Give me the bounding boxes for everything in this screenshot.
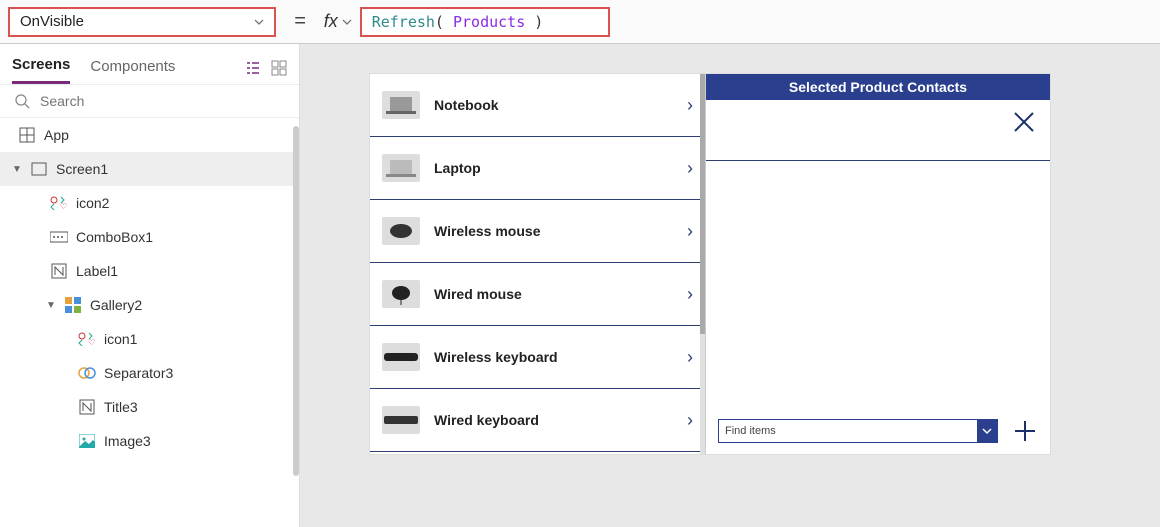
tree-label: App: [44, 127, 69, 143]
tab-components[interactable]: Components: [90, 54, 175, 83]
divider: [706, 160, 1050, 161]
product-image: [382, 217, 420, 245]
tree-item-app[interactable]: App: [0, 118, 299, 152]
gallery-item[interactable]: Notebook ›: [370, 74, 705, 137]
chevron-right-icon[interactable]: ›: [687, 284, 693, 305]
image-icon: [78, 432, 96, 450]
svg-text:♡: ♡: [88, 338, 95, 346]
tree-label: Screen1: [56, 161, 108, 177]
product-image: [382, 154, 420, 182]
fx-area: fx Refresh ( Products ): [324, 7, 610, 37]
gallery-item[interactable]: Wired keyboard ›: [370, 389, 705, 452]
chevron-right-icon[interactable]: ›: [687, 95, 693, 116]
icon-group-icon: ♡: [50, 194, 68, 212]
canvas: Notebook › Laptop › Wireless mouse › Wir…: [300, 44, 1160, 527]
gallery-item[interactable]: Wireless keyboard ›: [370, 326, 705, 389]
gallery-item[interactable]: Wired mouse ›: [370, 263, 705, 326]
tree-item-screen1[interactable]: ▼ Screen1: [0, 152, 299, 186]
chevron-down-icon: [342, 17, 352, 27]
product-title: Laptop: [434, 160, 673, 176]
tree-label: Title3: [104, 399, 138, 415]
tree-item-icon1[interactable]: ♡ icon1: [0, 322, 299, 356]
product-image: [382, 280, 420, 308]
separator-icon: [78, 364, 96, 382]
gallery-item[interactable]: Wireless mouse ›: [370, 200, 705, 263]
property-value: OnVisible: [20, 13, 84, 30]
product-image: [382, 91, 420, 119]
search-row: [0, 85, 299, 118]
tree-item-title3[interactable]: Title3: [0, 390, 299, 424]
caret-down-icon: ▼: [46, 300, 56, 311]
tree: App ▼ Screen1 ♡ icon2 ComboBox1: [0, 118, 299, 527]
right-pane-title: Selected Product Contacts: [706, 74, 1050, 100]
combobox-icon: [50, 228, 68, 246]
equals-label: =: [288, 10, 312, 33]
chevron-right-icon[interactable]: ›: [687, 221, 693, 242]
icon-group-icon: ♡: [78, 330, 96, 348]
product-title: Wireless keyboard: [434, 349, 673, 365]
chevron-right-icon[interactable]: ›: [687, 158, 693, 179]
formula-input[interactable]: Refresh ( Products ): [360, 7, 610, 37]
label-icon: [78, 398, 96, 416]
combo-placeholder: Find items: [725, 425, 776, 437]
tree-label: Gallery2: [90, 297, 142, 313]
product-title: Wired mouse: [434, 286, 673, 302]
workspace: Screens Components A: [0, 44, 1160, 527]
combo-row: Find items: [718, 418, 1038, 444]
tree-label: Image3: [104, 433, 151, 449]
scrollbar-thumb[interactable]: [293, 126, 299, 476]
property-dropdown[interactable]: OnVisible: [8, 7, 276, 37]
app-preview: Notebook › Laptop › Wireless mouse › Wir…: [370, 74, 1050, 454]
product-title: Wired keyboard: [434, 412, 673, 428]
svg-text:♡: ♡: [60, 202, 67, 210]
product-title: Notebook: [434, 97, 673, 113]
tree-item-icon2[interactable]: ♡ icon2: [0, 186, 299, 220]
gallery-icon: [64, 296, 82, 314]
tree-panel: Screens Components A: [0, 44, 300, 527]
tree-item-gallery2[interactable]: ▼ Gallery2: [0, 288, 299, 322]
close-icon[interactable]: [1012, 110, 1036, 134]
token-function: Refresh: [372, 13, 435, 31]
chevron-right-icon[interactable]: ›: [687, 347, 693, 368]
tree-label: Separator3: [104, 365, 173, 381]
tree-label: icon1: [104, 331, 137, 347]
app-icon: [18, 126, 36, 144]
screen-icon: [30, 160, 48, 178]
chevron-down-icon[interactable]: [977, 420, 997, 442]
chevron-down-icon: [254, 17, 264, 27]
token-argument: Products: [453, 13, 525, 31]
search-input[interactable]: [40, 93, 285, 109]
token-paren-open: (: [435, 13, 444, 31]
grid-view-icon[interactable]: [271, 60, 287, 76]
label-icon: [50, 262, 68, 280]
tree-item-combobox1[interactable]: ComboBox1: [0, 220, 299, 254]
gallery[interactable]: Notebook › Laptop › Wireless mouse › Wir…: [370, 74, 705, 454]
chevron-right-icon[interactable]: ›: [687, 410, 693, 431]
gallery-item[interactable]: Laptop ›: [370, 137, 705, 200]
formula-bar: OnVisible = fx Refresh ( Products ): [0, 0, 1160, 44]
caret-down-icon: ▼: [12, 164, 22, 175]
tree-label: icon2: [76, 195, 109, 211]
tree-item-label1[interactable]: Label1: [0, 254, 299, 288]
tree-item-separator3[interactable]: Separator3: [0, 356, 299, 390]
product-image: [382, 406, 420, 434]
tree-label: Label1: [76, 263, 118, 279]
tree-tabs: Screens Components: [0, 44, 299, 85]
add-button[interactable]: [1012, 418, 1038, 444]
tree-label: ComboBox1: [76, 229, 153, 245]
find-items-combobox[interactable]: Find items: [718, 419, 998, 443]
list-view-icon[interactable]: [245, 60, 261, 76]
token-paren-close: ): [534, 13, 543, 31]
tree-item-image3[interactable]: Image3: [0, 424, 299, 458]
tab-screens[interactable]: Screens: [12, 52, 70, 84]
product-image: [382, 343, 420, 371]
fx-label[interactable]: fx: [324, 11, 352, 32]
search-icon: [14, 93, 30, 109]
right-pane: Selected Product Contacts Find items: [705, 74, 1050, 454]
product-title: Wireless mouse: [434, 223, 673, 239]
